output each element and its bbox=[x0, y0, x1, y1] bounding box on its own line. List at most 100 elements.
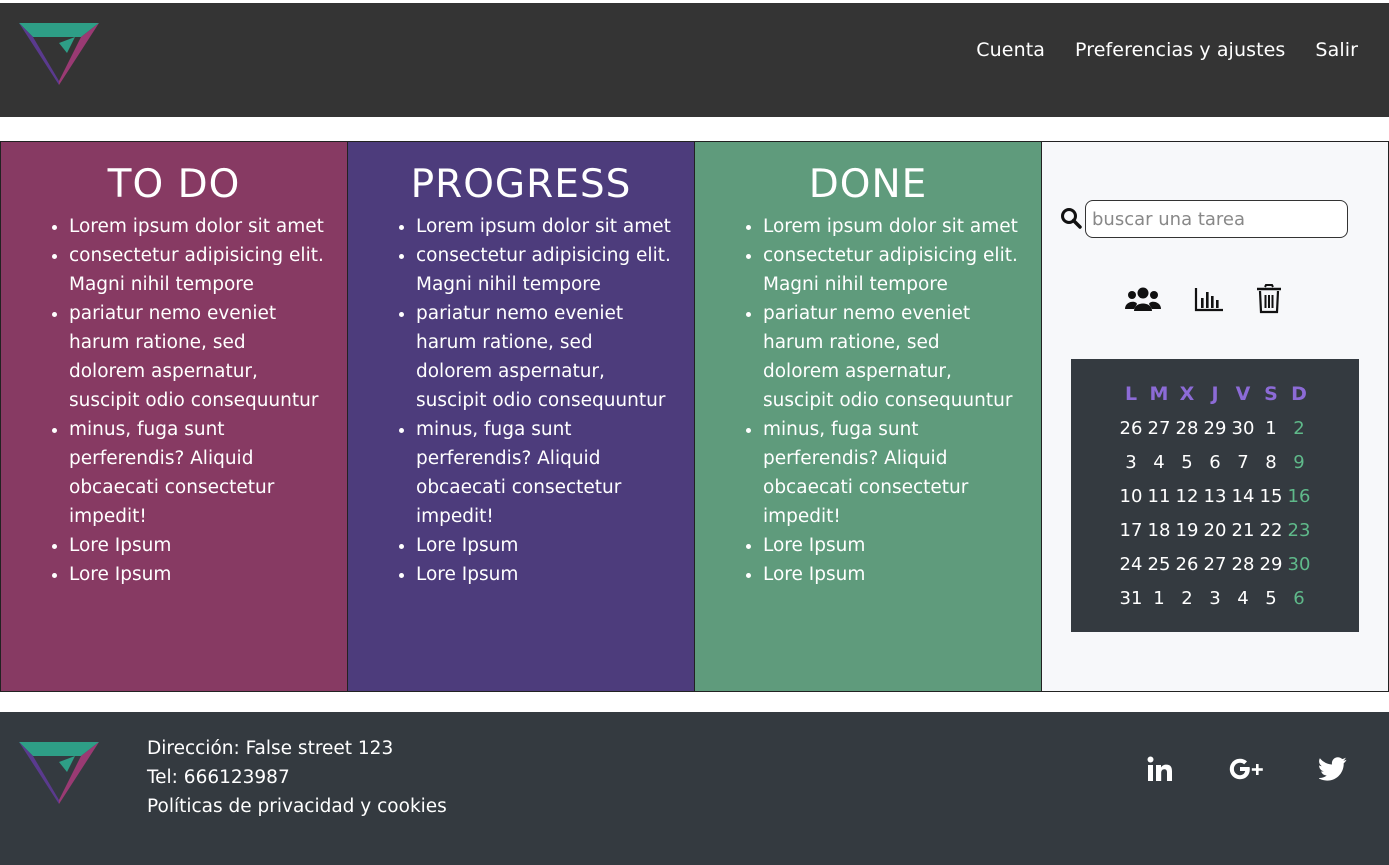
done-column: DONE Lorem ipsum dolor sit amet consecte… bbox=[695, 142, 1042, 691]
toolbar bbox=[1124, 284, 1282, 314]
calendar-weekday: J bbox=[1211, 383, 1219, 405]
calendar-day[interactable]: 3 bbox=[1117, 446, 1145, 480]
footer-phone: Tel: 666123987 bbox=[147, 767, 290, 788]
progress-column: PROGRESS Lorem ipsum dolor sit amet cons… bbox=[348, 142, 695, 691]
calendar-day[interactable]: 15 bbox=[1257, 480, 1285, 514]
calendar-day[interactable]: 7 bbox=[1229, 446, 1257, 480]
task-item[interactable]: Lorem ipsum dolor sit amet bbox=[69, 212, 327, 241]
search-input[interactable] bbox=[1085, 200, 1348, 238]
trash-icon[interactable] bbox=[1256, 284, 1282, 314]
nav-salir[interactable]: Salir bbox=[1315, 39, 1358, 61]
calendar-day[interactable]: 17 bbox=[1117, 514, 1145, 548]
calendar-day[interactable]: 18 bbox=[1145, 514, 1173, 548]
task-item[interactable]: Lore Ipsum bbox=[69, 531, 327, 560]
calendar-day[interactable]: 4 bbox=[1229, 582, 1257, 616]
done-list: Lorem ipsum dolor sit amet consectetur a… bbox=[695, 212, 1041, 589]
nav-preferencias[interactable]: Preferencias y ajustes bbox=[1075, 39, 1285, 61]
task-item[interactable]: consectetur adipisicing elit. Magni nihi… bbox=[69, 241, 327, 299]
sidebar-panel: L M X J V S D 26272829301234567891011121… bbox=[1042, 142, 1388, 691]
logo-icon[interactable] bbox=[19, 23, 99, 85]
task-board: TO DO Lorem ipsum dolor sit amet consect… bbox=[0, 141, 1389, 692]
calendar-day[interactable]: 26 bbox=[1117, 412, 1145, 446]
calendar-day[interactable]: 12 bbox=[1173, 480, 1201, 514]
task-item[interactable]: pariatur nemo eveniet harum ratione, sed… bbox=[763, 299, 1021, 415]
calendar-weekday: S bbox=[1264, 383, 1278, 405]
calendar-day[interactable]: 11 bbox=[1145, 480, 1173, 514]
calendar-day[interactable]: 10 bbox=[1117, 480, 1145, 514]
task-item[interactable]: Lore Ipsum bbox=[416, 531, 674, 560]
done-title: DONE bbox=[808, 162, 928, 207]
task-item[interactable]: Lore Ipsum bbox=[416, 560, 674, 589]
calendar-day[interactable]: 30 bbox=[1285, 548, 1313, 582]
google-plus-icon[interactable] bbox=[1229, 757, 1263, 781]
calendar-day[interactable]: 4 bbox=[1145, 446, 1173, 480]
task-item[interactable]: minus, fuga sunt perferendis? Aliquid ob… bbox=[416, 415, 674, 531]
calendar-day[interactable]: 1 bbox=[1145, 582, 1173, 616]
calendar-day[interactable]: 2 bbox=[1285, 412, 1313, 446]
todo-list: Lorem ipsum dolor sit amet consectetur a… bbox=[1, 212, 347, 589]
task-item[interactable]: minus, fuga sunt perferendis? Aliquid ob… bbox=[763, 415, 1021, 531]
calendar-day[interactable]: 5 bbox=[1257, 582, 1285, 616]
task-item[interactable]: pariatur nemo eveniet harum ratione, sed… bbox=[416, 299, 674, 415]
linkedin-icon[interactable] bbox=[1147, 756, 1173, 782]
calendar-day[interactable]: 6 bbox=[1201, 446, 1229, 480]
calendar-day[interactable]: 28 bbox=[1173, 412, 1201, 446]
nav-cuenta[interactable]: Cuenta bbox=[976, 39, 1045, 61]
calendar-day[interactable]: 24 bbox=[1117, 548, 1145, 582]
calendar-day[interactable]: 31 bbox=[1117, 582, 1145, 616]
calendar-day[interactable]: 25 bbox=[1145, 548, 1173, 582]
calendar-weekday: V bbox=[1235, 383, 1251, 405]
calendar-day[interactable]: 29 bbox=[1257, 548, 1285, 582]
calendar-weekday: X bbox=[1179, 383, 1195, 405]
footer-privacy-link[interactable]: Políticas de privacidad y cookies bbox=[147, 792, 447, 821]
calendar-day[interactable]: 9 bbox=[1285, 446, 1313, 480]
task-item[interactable]: minus, fuga sunt perferendis? Aliquid ob… bbox=[69, 415, 327, 531]
calendar-day[interactable]: 3 bbox=[1201, 582, 1229, 616]
calendar-day[interactable]: 22 bbox=[1257, 514, 1285, 548]
calendar: L M X J V S D 26 27 28 29 30 1 2 3 4 5 6 7 8 9 10 11 12 1… bbox=[1071, 359, 1359, 632]
calendar-day[interactable]: 28 bbox=[1229, 548, 1257, 582]
calendar-grid: L M X J V S D 26 27 28 29 30 1 2 3 4 5 6 7 8 9 10 11 12 1… bbox=[1071, 379, 1359, 616]
social-links bbox=[1147, 756, 1347, 782]
calendar-day[interactable]: 27 bbox=[1201, 548, 1229, 582]
calendar-weekday: D bbox=[1291, 383, 1307, 405]
calendar-day[interactable]: 21 bbox=[1229, 514, 1257, 548]
todo-column: TO DO Lorem ipsum dolor sit amet consect… bbox=[1, 142, 348, 691]
task-item[interactable]: Lorem ipsum dolor sit amet bbox=[763, 212, 1021, 241]
calendar-day[interactable]: 29 bbox=[1201, 412, 1229, 446]
logo-icon bbox=[19, 742, 99, 804]
footer-info: Dirección: False street 123 Tel: 6661239… bbox=[147, 734, 447, 821]
task-item[interactable]: Lore Ipsum bbox=[763, 531, 1021, 560]
calendar-day[interactable]: 2 bbox=[1173, 582, 1201, 616]
calendar-day[interactable]: 13 bbox=[1201, 480, 1229, 514]
footer: Dirección: False street 123 Tel: 6661239… bbox=[0, 712, 1389, 865]
calendar-day[interactable]: 27 bbox=[1145, 412, 1173, 446]
calendar-day[interactable]: 26 bbox=[1173, 548, 1201, 582]
task-item[interactable]: Lorem ipsum dolor sit amet bbox=[416, 212, 674, 241]
main-nav: Cuenta Preferencias y ajustes Salir bbox=[976, 39, 1358, 61]
calendar-day[interactable]: 5 bbox=[1173, 446, 1201, 480]
calendar-day[interactable]: 1 bbox=[1257, 412, 1285, 446]
task-item[interactable]: Lore Ipsum bbox=[763, 560, 1021, 589]
task-item[interactable]: consectetur adipisicing elit. Magni nihi… bbox=[416, 241, 674, 299]
progress-title: PROGRESS bbox=[410, 162, 632, 207]
task-item[interactable]: consectetur adipisicing elit. Magni nihi… bbox=[763, 241, 1021, 299]
bar-chart-icon[interactable] bbox=[1194, 286, 1224, 312]
calendar-day[interactable]: 16 bbox=[1285, 480, 1313, 514]
footer-address: Dirección: False street 123 bbox=[147, 738, 394, 759]
twitter-icon[interactable] bbox=[1319, 757, 1347, 781]
calendar-day[interactable]: 14 bbox=[1229, 480, 1257, 514]
task-item[interactable]: pariatur nemo eveniet harum ratione, sed… bbox=[69, 299, 327, 415]
calendar-day[interactable]: 19 bbox=[1173, 514, 1201, 548]
calendar-day[interactable]: 20 bbox=[1201, 514, 1229, 548]
calendar-weekday: L bbox=[1124, 383, 1138, 405]
search-icon[interactable] bbox=[1060, 207, 1082, 229]
calendar-day[interactable]: 6 bbox=[1285, 582, 1313, 616]
task-item[interactable]: Lore Ipsum bbox=[69, 560, 327, 589]
calendar-day[interactable]: 30 bbox=[1229, 412, 1257, 446]
users-icon[interactable] bbox=[1124, 285, 1162, 313]
progress-list: Lorem ipsum dolor sit amet consectetur a… bbox=[348, 212, 694, 589]
header: Cuenta Preferencias y ajustes Salir bbox=[0, 3, 1389, 117]
calendar-day[interactable]: 23 bbox=[1285, 514, 1313, 548]
calendar-day[interactable]: 8 bbox=[1257, 446, 1285, 480]
